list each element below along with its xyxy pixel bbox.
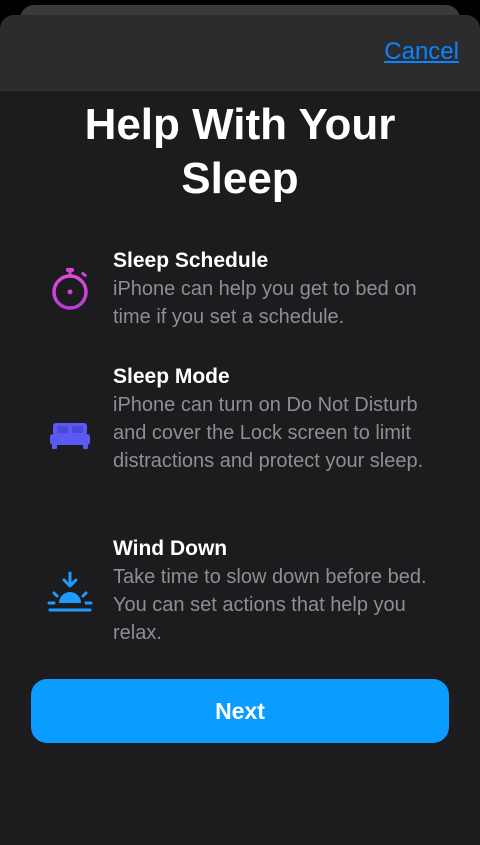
bed-icon bbox=[44, 409, 96, 461]
feature-text: Sleep Schedule iPhone can help you get t… bbox=[113, 247, 443, 331]
next-button[interactable]: Next bbox=[31, 679, 449, 743]
feature-text: Wind Down Take time to slow down before … bbox=[113, 535, 443, 647]
feature-description: iPhone can help you get to bed on time i… bbox=[113, 278, 417, 328]
sunset-icon bbox=[44, 567, 96, 619]
cancel-button[interactable]: Cancel bbox=[384, 38, 459, 66]
feature-title: Sleep Mode bbox=[113, 365, 230, 388]
feature-description: Take time to slow down before bed. You c… bbox=[113, 566, 427, 644]
feature-text: Sleep Mode iPhone can turn on Do Not Dis… bbox=[113, 363, 443, 475]
stopwatch-icon bbox=[44, 265, 96, 317]
feature-title: Wind Down bbox=[113, 537, 228, 560]
feature-description: iPhone can turn on Do Not Disturb and co… bbox=[113, 394, 424, 472]
page-title: Help With Your Sleep bbox=[84, 100, 396, 203]
nav-bar: Cancel bbox=[0, 15, 480, 91]
modal-sheet: Cancel Help With Your Sleep Sleep Schedu… bbox=[0, 15, 480, 845]
feature-title: Sleep Schedule bbox=[113, 249, 269, 272]
